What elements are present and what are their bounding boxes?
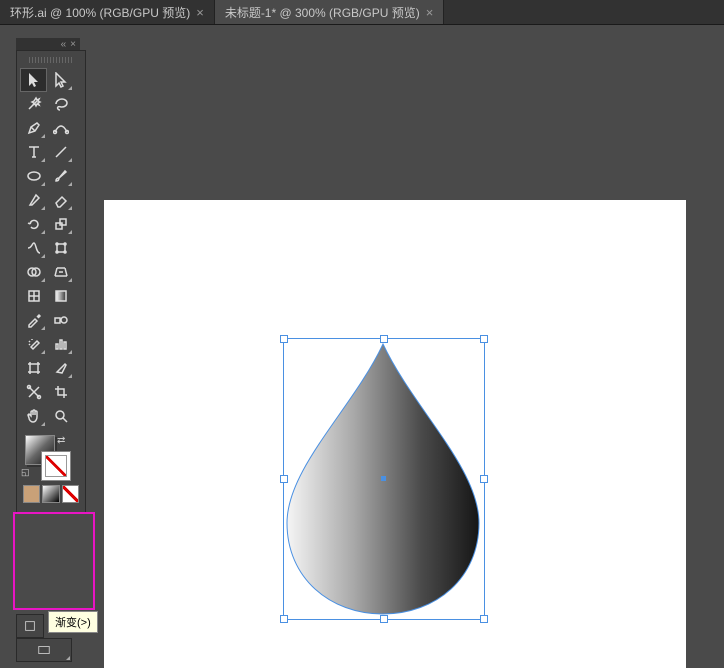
tab-document-1[interactable]: 环形.ai @ 100% (RGB/GPU 预览) ×	[0, 0, 215, 24]
eyedropper-tool[interactable]	[21, 309, 46, 331]
resize-handle[interactable]	[480, 475, 488, 483]
crop-tool[interactable]	[48, 381, 73, 403]
slice-tool[interactable]	[48, 357, 73, 379]
type-tool[interactable]	[21, 141, 46, 163]
blend-tool[interactable]	[48, 309, 73, 331]
none-swatch[interactable]	[62, 485, 79, 503]
panel-grip[interactable]	[29, 57, 73, 63]
free-transform-tool[interactable]	[48, 237, 73, 259]
document-tabs: 环形.ai @ 100% (RGB/GPU 预览) × 未标题-1* @ 300…	[0, 0, 724, 25]
panel-header[interactable]: « ×	[16, 38, 80, 50]
collapse-icon[interactable]: «	[61, 39, 67, 50]
resize-handle[interactable]	[280, 475, 288, 483]
gradient-tool[interactable]	[48, 285, 73, 307]
color-swatch[interactable]	[23, 485, 40, 503]
selection-bounding-box[interactable]	[283, 338, 485, 620]
tab-document-2[interactable]: 未标题-1* @ 300% (RGB/GPU 预览) ×	[215, 0, 444, 24]
rotate-tool[interactable]	[21, 213, 46, 235]
tooltip: 渐变(>)	[48, 611, 98, 633]
tutorial-highlight	[13, 512, 95, 610]
resize-handle[interactable]	[280, 335, 288, 343]
perspective-grid-tool[interactable]	[48, 261, 73, 283]
paintbrush-tool[interactable]	[48, 165, 73, 187]
resize-handle[interactable]	[480, 335, 488, 343]
fill-stroke-controls: ⇄ ◱	[21, 435, 81, 481]
eraser-tool[interactable]	[48, 189, 73, 211]
hand-tool[interactable]	[21, 405, 46, 427]
column-graph-tool[interactable]	[48, 333, 73, 355]
mesh-tool[interactable]	[21, 285, 46, 307]
width-tool[interactable]	[21, 237, 46, 259]
resize-handle[interactable]	[380, 335, 388, 343]
ellipse-tool[interactable]	[21, 165, 46, 187]
magic-wand-tool[interactable]	[21, 93, 46, 115]
direct-selection-tool[interactable]	[48, 69, 73, 91]
screen-mode-button[interactable]	[16, 638, 72, 662]
default-fill-stroke-icon[interactable]: ◱	[21, 467, 30, 478]
resize-handle[interactable]	[480, 615, 488, 623]
stroke-swatch[interactable]	[41, 451, 71, 481]
toolbox-panel: ⇄ ◱	[16, 50, 86, 514]
lasso-tool[interactable]	[48, 93, 73, 115]
scale-tool[interactable]	[48, 213, 73, 235]
symbol-sprayer-tool[interactable]	[21, 333, 46, 355]
artboard-tool[interactable]	[21, 357, 46, 379]
shape-builder-tool[interactable]	[21, 261, 46, 283]
shaper-tool[interactable]	[21, 189, 46, 211]
selection-tool[interactable]	[21, 69, 46, 91]
close-icon[interactable]: ×	[70, 39, 76, 50]
line-tool[interactable]	[48, 141, 73, 163]
tab-label: 环形.ai @ 100% (RGB/GPU 预览)	[10, 4, 190, 21]
gradient-swatch[interactable]	[42, 485, 59, 503]
swap-fill-stroke-icon[interactable]: ⇄	[57, 435, 65, 446]
tab-label: 未标题-1* @ 300% (RGB/GPU 预览)	[225, 4, 420, 21]
color-mode-swatches	[21, 485, 81, 503]
puppet-warp-tool[interactable]	[21, 381, 46, 403]
pen-tool[interactable]	[21, 117, 46, 139]
resize-handle[interactable]	[280, 615, 288, 623]
close-icon[interactable]: ×	[426, 5, 434, 20]
zoom-tool[interactable]	[48, 405, 73, 427]
close-icon[interactable]: ×	[196, 5, 204, 20]
resize-handle[interactable]	[380, 615, 388, 623]
curvature-tool[interactable]	[48, 117, 73, 139]
draw-normal-button[interactable]	[16, 614, 44, 638]
center-point[interactable]	[381, 476, 386, 481]
